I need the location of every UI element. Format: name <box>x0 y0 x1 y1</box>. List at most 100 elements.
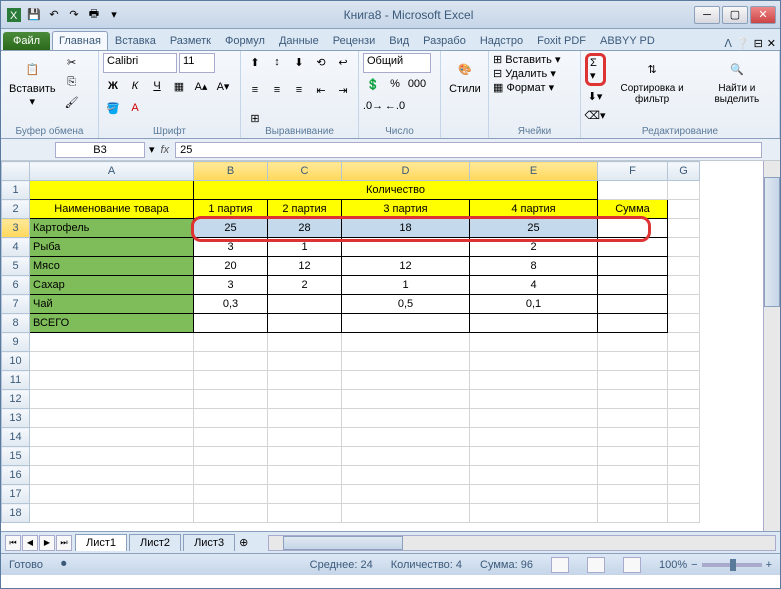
font-color-button[interactable]: A <box>125 99 145 117</box>
cell-E12[interactable] <box>470 390 598 409</box>
orientation-icon[interactable]: ⟲ <box>311 53 331 71</box>
cell-D18[interactable] <box>342 504 470 523</box>
decrease-decimal-icon[interactable]: ←.0 <box>385 97 405 115</box>
cell-B13[interactable] <box>194 409 268 428</box>
cell-G9[interactable] <box>668 333 700 352</box>
sheet-nav-next[interactable]: ▶ <box>39 535 55 551</box>
copy-icon[interactable]: ⎘ <box>62 73 82 91</box>
border-button[interactable]: ▦ <box>169 77 189 95</box>
tab-foxit[interactable]: Foxit PDF <box>530 31 593 50</box>
cell-C14[interactable] <box>268 428 342 447</box>
cell-D10[interactable] <box>342 352 470 371</box>
tab-insert[interactable]: Вставка <box>108 31 163 50</box>
cell-F11[interactable] <box>598 371 668 390</box>
tab-addins[interactable]: Надстро <box>473 31 530 50</box>
worksheet-grid[interactable]: ABCDEFG1Количество2Наименование товара1 … <box>1 161 780 531</box>
cell-D4[interactable] <box>342 238 470 257</box>
tab-layout[interactable]: Разметк <box>163 31 218 50</box>
cell-D5[interactable]: 12 <box>342 257 470 276</box>
cell-D2[interactable]: 3 партия <box>342 200 470 219</box>
font-name-select[interactable]: Calibri <box>103 53 177 73</box>
save-icon[interactable]: 💾 <box>25 6 43 24</box>
row-header-16[interactable]: 16 <box>2 466 30 485</box>
name-box[interactable]: B3 <box>55 142 145 158</box>
cell-B15[interactable] <box>194 447 268 466</box>
find-select-button[interactable]: 🔍 Найти и выделить <box>699 53 775 107</box>
cell-C7[interactable] <box>268 295 342 314</box>
row-header-15[interactable]: 15 <box>2 447 30 466</box>
col-header-G[interactable]: G <box>668 162 700 181</box>
cell-G13[interactable] <box>668 409 700 428</box>
cell-C4[interactable]: 1 <box>268 238 342 257</box>
view-layout-icon[interactable] <box>587 557 605 573</box>
row-header-12[interactable]: 12 <box>2 390 30 409</box>
view-pagebreak-icon[interactable] <box>623 557 641 573</box>
cell-E18[interactable] <box>470 504 598 523</box>
cell-C17[interactable] <box>268 485 342 504</box>
cell-D3[interactable]: 18 <box>342 219 470 238</box>
cell-A8[interactable]: ВСЕГО <box>30 314 194 333</box>
cell-D6[interactable]: 1 <box>342 276 470 295</box>
cell-B2[interactable]: 1 партия <box>194 200 268 219</box>
autosum-button[interactable]: Σ ▾ <box>585 53 606 86</box>
cell-C9[interactable] <box>268 333 342 352</box>
cell-F7[interactable] <box>598 295 668 314</box>
cell-F14[interactable] <box>598 428 668 447</box>
fill-button[interactable]: ⬇▾ <box>585 87 605 105</box>
tab-review[interactable]: Рецензи <box>326 31 383 50</box>
cell-E8[interactable] <box>470 314 598 333</box>
cell-A1[interactable] <box>30 181 194 200</box>
cell-F13[interactable] <box>598 409 668 428</box>
cell-F10[interactable] <box>598 352 668 371</box>
number-format-select[interactable]: Общий <box>363 53 431 73</box>
cell-A11[interactable] <box>30 371 194 390</box>
row-header-9[interactable]: 9 <box>2 333 30 352</box>
cell-C11[interactable] <box>268 371 342 390</box>
cell-A7[interactable]: Чай <box>30 295 194 314</box>
cell-G11[interactable] <box>668 371 700 390</box>
sort-filter-button[interactable]: ⇅ Сортировка и фильтр <box>608 53 697 107</box>
cell-C10[interactable] <box>268 352 342 371</box>
underline-button[interactable]: Ч <box>147 77 167 95</box>
align-right-icon[interactable]: ≡ <box>289 81 309 99</box>
cell-F5[interactable] <box>598 257 668 276</box>
cell-C8[interactable] <box>268 314 342 333</box>
row-header-8[interactable]: 8 <box>2 314 30 333</box>
col-header-C[interactable]: C <box>268 162 342 181</box>
cell-C3[interactable]: 28 <box>268 219 342 238</box>
cell-A10[interactable] <box>30 352 194 371</box>
cell-F15[interactable] <box>598 447 668 466</box>
cell-G10[interactable] <box>668 352 700 371</box>
undo-icon[interactable]: ↶ <box>45 6 63 24</box>
cell-E5[interactable]: 8 <box>470 257 598 276</box>
cell-C16[interactable] <box>268 466 342 485</box>
minimize-button[interactable]: ─ <box>694 6 720 24</box>
cell-D12[interactable] <box>342 390 470 409</box>
cell-B7[interactable]: 0,3 <box>194 295 268 314</box>
currency-icon[interactable]: 💲 <box>363 75 383 93</box>
row-header-11[interactable]: 11 <box>2 371 30 390</box>
window-close-icon[interactable]: ✕ <box>767 37 776 50</box>
cell-G4[interactable] <box>668 238 700 257</box>
excel-icon[interactable]: X <box>5 6 23 24</box>
cell-F8[interactable] <box>598 314 668 333</box>
cell-G12[interactable] <box>668 390 700 409</box>
cell-G3[interactable] <box>668 219 700 238</box>
align-top-icon[interactable]: ⬆ <box>245 53 265 71</box>
row-header-17[interactable]: 17 <box>2 485 30 504</box>
align-bottom-icon[interactable]: ⬇ <box>289 53 309 71</box>
help-icon[interactable]: ❔ <box>736 37 750 50</box>
italic-button[interactable]: К <box>125 77 145 95</box>
cell-E2[interactable]: 4 партия <box>470 200 598 219</box>
row-header-6[interactable]: 6 <box>2 276 30 295</box>
cell-D14[interactable] <box>342 428 470 447</box>
comma-icon[interactable]: 000 <box>407 75 427 93</box>
shrink-font-icon[interactable]: A▾ <box>213 77 233 95</box>
cell-F2[interactable]: Сумма <box>598 200 668 219</box>
cell-G17[interactable] <box>668 485 700 504</box>
cell-merged-header[interactable]: Количество <box>194 181 598 200</box>
cell-B3[interactable]: 25 <box>194 219 268 238</box>
horizontal-scrollbar[interactable] <box>268 535 776 551</box>
cell-G5[interactable] <box>668 257 700 276</box>
cell-D9[interactable] <box>342 333 470 352</box>
